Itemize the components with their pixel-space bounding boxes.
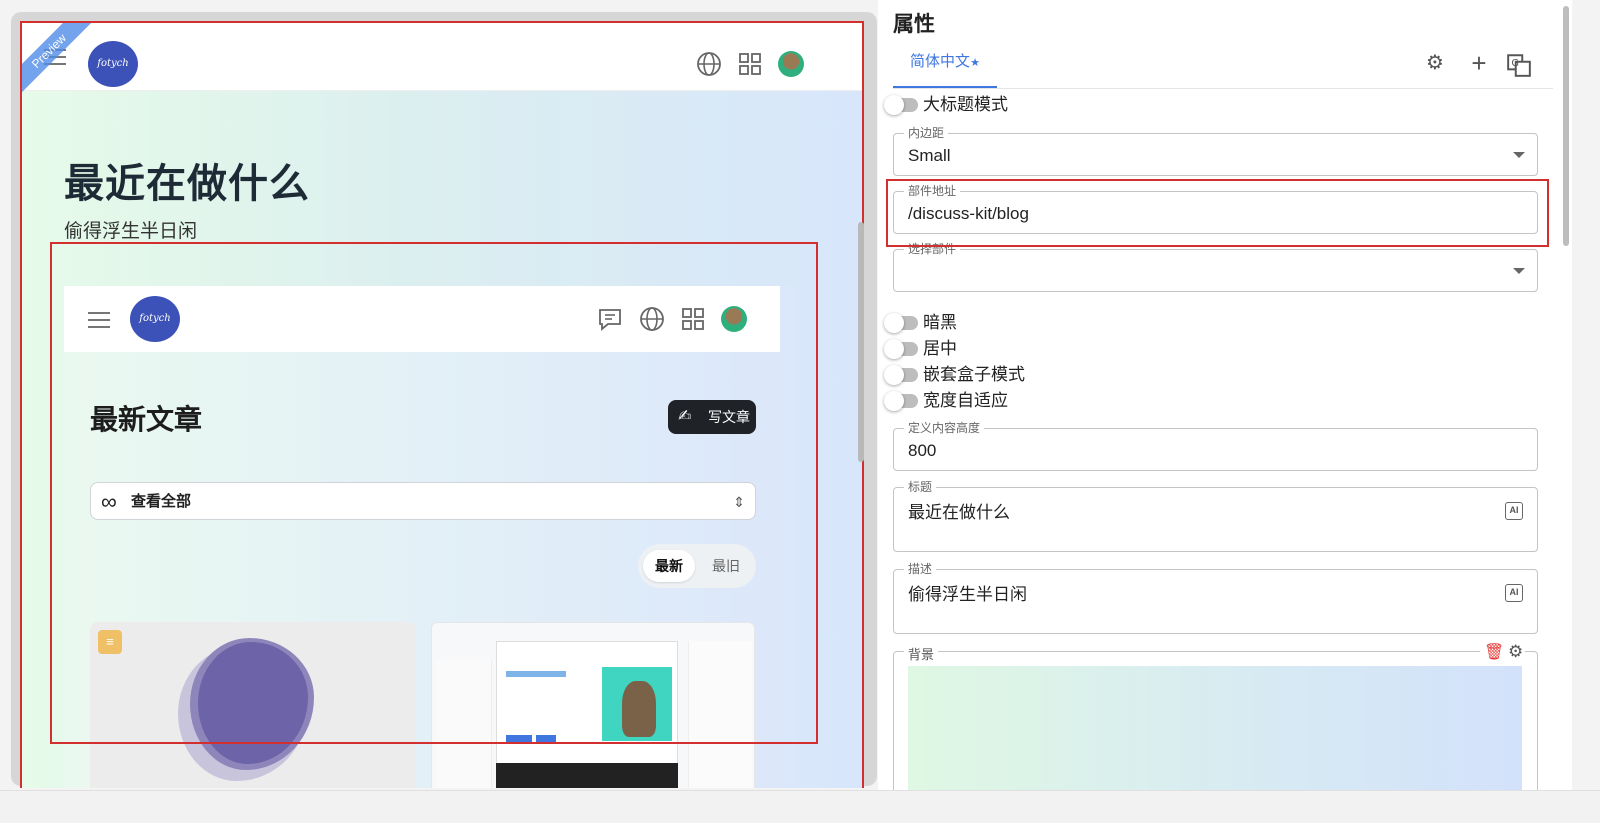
bottom-bar <box>0 790 1600 823</box>
hero-title: 最近在做什么 <box>64 162 310 206</box>
toggle[interactable] <box>884 391 918 411</box>
field-value: 最近在做什么 <box>908 503 1010 522</box>
svg-text:G: G <box>1511 58 1519 69</box>
user-avatar[interactable] <box>778 51 804 77</box>
toggle[interactable] <box>884 339 918 359</box>
settings-gear-icon[interactable]: ⚙ <box>1422 50 1448 76</box>
properties-panel: 属性 简体中文★ ⚙ + G 大标题模式 内边距 Small 部件地址 /dis… <box>878 0 1560 811</box>
globe-icon[interactable] <box>695 50 723 78</box>
switch-label: 宽度自适应 <box>923 391 1008 410</box>
field-value: Small <box>908 146 951 165</box>
content-height-field[interactable]: 定义内容高度 800 <box>893 421 1538 471</box>
panel-title: 属性 <box>893 13 935 36</box>
tab-divider <box>893 88 1553 89</box>
toggle[interactable] <box>884 313 918 333</box>
switch-label: 嵌套盒子模式 <box>923 365 1025 384</box>
apps-grid-icon[interactable] <box>736 50 764 78</box>
select-component-dropdown[interactable]: 选择部件 <box>893 242 1538 292</box>
app-root: fotych 最近在做什么 偷得浮生半日闲 fotych 最新文章 ✍ 写文章 … <box>0 0 1600 823</box>
selected-component-outline <box>50 242 818 744</box>
site-logo[interactable]: fotych <box>88 41 138 87</box>
card-thumbnail-dark <box>496 763 678 788</box>
panel-scrollbar[interactable] <box>1560 0 1572 790</box>
preview-scroll-thumb[interactable] <box>858 222 864 462</box>
tab-star-icon: ★ <box>970 57 980 69</box>
add-plus-icon[interactable]: + <box>1466 50 1492 76</box>
toggle[interactable] <box>884 95 918 115</box>
ai-chip-icon[interactable]: AI <box>1505 584 1523 602</box>
field-value: 800 <box>908 441 937 460</box>
background-settings-gear-icon[interactable]: ⚙ <box>1506 642 1526 662</box>
background-preview-swatch[interactable] <box>908 666 1522 806</box>
switch-label: 大标题模式 <box>923 95 1008 114</box>
field-label: 标题 <box>904 480 937 494</box>
field-value: 偷得浮生半日闲 <box>908 585 1027 604</box>
ai-chip-icon[interactable]: AI <box>1505 502 1523 520</box>
hero-description: 偷得浮生半日闲 <box>64 221 198 242</box>
tab-zh-cn[interactable]: 简体中文★ <box>893 48 997 88</box>
trash-icon[interactable]: 🗑 <box>1480 642 1509 662</box>
site-header: fotych <box>22 23 862 91</box>
field-label: 定义内容高度 <box>904 421 985 435</box>
field-label: 背景 <box>904 644 939 663</box>
padding-select[interactable]: 内边距 Small <box>893 126 1538 176</box>
description-textarea[interactable]: 描述 偷得浮生半日闲 AI <box>893 562 1538 634</box>
panel-scroll-thumb[interactable] <box>1563 6 1569 246</box>
switch-label: 暗黑 <box>923 313 957 332</box>
background-field: 背景 🗑 ⚙ <box>893 642 1538 811</box>
translate-icon[interactable]: G <box>1506 52 1532 78</box>
field-label: 描述 <box>904 562 937 576</box>
switch-label: 居中 <box>923 339 957 358</box>
toggle[interactable] <box>884 365 918 385</box>
caret-down-icon <box>1513 151 1525 158</box>
field-label: 内边距 <box>904 126 949 140</box>
component-url-highlight <box>886 179 1549 247</box>
caret-down-icon <box>1513 267 1525 274</box>
tab-label: 简体中文 <box>910 53 971 70</box>
title-textarea[interactable]: 标题 最近在做什么 AI <box>893 480 1538 552</box>
preview-scrollbar[interactable] <box>856 12 866 786</box>
